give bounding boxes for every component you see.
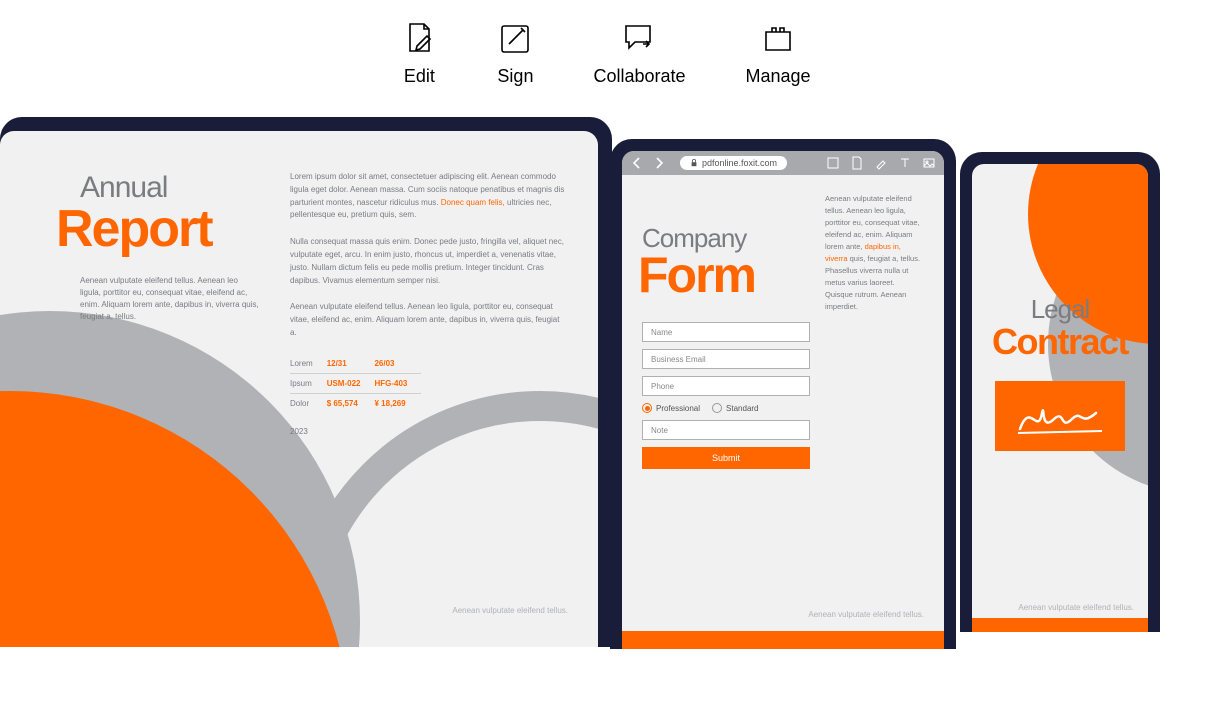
submit-button[interactable]: Submit: [642, 447, 810, 469]
report-footer: Aenean vulputate eleifend tellus.: [452, 606, 568, 615]
laptop-device: Annual Report Aenean vulputate eleifend …: [0, 117, 612, 647]
plan-radios: Professional Standard: [642, 403, 807, 413]
tablet-screen: pdfonline.foxit.com Company Form Name Bu: [622, 151, 944, 649]
note-field[interactable]: Note: [642, 420, 810, 440]
tool-label: Edit: [404, 66, 435, 87]
table-row: Lorem 12/31 26/03: [290, 354, 421, 374]
report-para-1: Lorem ipsum dolor sit amet, consectetuer…: [290, 171, 568, 222]
image-icon[interactable]: [922, 156, 936, 170]
report-para-3: Aenean vulputate eleifend tellus. Aenean…: [290, 301, 568, 339]
tool-collaborate[interactable]: Collaborate: [593, 20, 685, 87]
signature-icon: [1010, 391, 1110, 441]
lock-icon: [690, 159, 698, 167]
table-row: Ipsum USM-022 HFG-403: [290, 373, 421, 393]
phone-screen: Legal Contract Aenean vulputate eleifend…: [972, 164, 1148, 632]
tool-sign[interactable]: Sign: [497, 20, 533, 87]
radio-standard[interactable]: Standard: [712, 403, 758, 413]
form-side-text: Aenean vulputate eleifend tellus. Aenean…: [825, 193, 924, 469]
contract-title: Contract: [986, 321, 1134, 363]
url-bar[interactable]: pdfonline.foxit.com: [680, 156, 787, 170]
phone-field[interactable]: Phone: [642, 376, 810, 396]
tool-label: Collaborate: [593, 66, 685, 87]
select-icon[interactable]: [826, 156, 840, 170]
device-showcase: Annual Report Aenean vulputate eleifend …: [0, 117, 1212, 677]
back-icon[interactable]: [630, 156, 644, 170]
report-title: Report: [56, 199, 260, 259]
tool-edit[interactable]: Edit: [401, 20, 437, 87]
page-icon[interactable]: [850, 156, 864, 170]
tablet-device: pdfonline.foxit.com Company Form Name Bu: [610, 139, 956, 649]
contract-footer: Aenean vulputate eleifend tellus.: [986, 603, 1134, 612]
feature-toolbar: Edit Sign Collaborate Manage: [0, 0, 1212, 97]
report-para-2: Nulla consequat massa quis enim. Donec p…: [290, 236, 568, 287]
manage-icon: [760, 20, 796, 56]
radio-professional[interactable]: Professional: [642, 403, 700, 413]
report-table: Lorem 12/31 26/03 Ipsum USM-022 HFG-403 …: [290, 354, 421, 413]
report-year: 2023: [290, 427, 568, 436]
orange-bottom-bar: [622, 631, 944, 649]
form-footer: Aenean vulputate eleifend tellus.: [808, 610, 924, 619]
signature-box[interactable]: [995, 381, 1125, 451]
forward-icon[interactable]: [652, 156, 666, 170]
orange-bottom-bar: [972, 618, 1148, 632]
phone-device: Legal Contract Aenean vulputate eleifend…: [960, 152, 1160, 632]
highlight-icon[interactable]: [874, 156, 888, 170]
tool-label: Sign: [497, 66, 533, 87]
table-row: Dolor $ 65,574 ¥ 18,269: [290, 393, 421, 413]
sign-icon: [497, 20, 533, 56]
laptop-screen: Annual Report Aenean vulputate eleifend …: [0, 131, 598, 647]
email-field[interactable]: Business Email: [642, 349, 810, 369]
tool-label: Manage: [746, 66, 811, 87]
edit-icon: [401, 20, 437, 56]
collaborate-icon: [621, 20, 657, 56]
form-title: Form: [638, 246, 807, 304]
text-icon[interactable]: [898, 156, 912, 170]
name-field[interactable]: Name: [642, 322, 810, 342]
report-left-text: Aenean vulputate eleifend tellus. Aenean…: [80, 275, 260, 323]
browser-topbar: pdfonline.foxit.com: [622, 151, 944, 175]
tool-manage[interactable]: Manage: [746, 20, 811, 87]
